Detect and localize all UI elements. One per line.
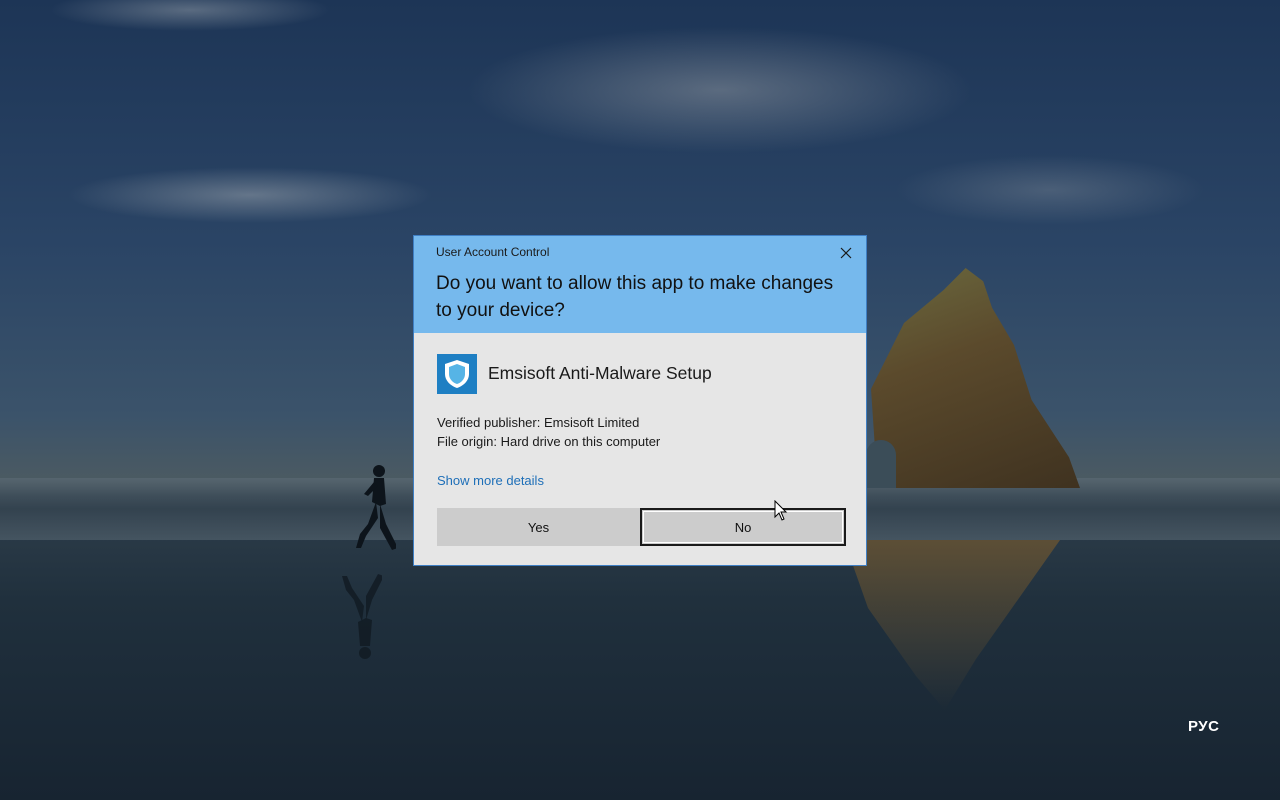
dialog-caption: User Account Control <box>436 245 550 259</box>
verified-publisher: Verified publisher: Emsisoft Limited <box>437 415 640 430</box>
uac-dialog: User Account Control Do you want to allo… <box>413 235 867 566</box>
language-indicator[interactable]: РУС <box>1188 718 1219 735</box>
mouse-cursor-icon <box>774 500 788 521</box>
show-more-details-link[interactable]: Show more details <box>437 473 544 488</box>
dialog-header: User Account Control Do you want to allo… <box>414 236 866 333</box>
app-name: Emsisoft Anti-Malware Setup <box>488 363 712 383</box>
dialog-question: Do you want to allow this app to make ch… <box>436 273 834 321</box>
wallpaper-rock-arch <box>866 440 896 488</box>
file-origin: File origin: Hard drive on this computer <box>437 434 661 449</box>
close-button[interactable] <box>832 240 860 266</box>
wallpaper-runner-reflection <box>342 574 382 659</box>
app-icon <box>437 354 477 394</box>
no-button[interactable]: No <box>640 508 846 546</box>
yes-button[interactable]: Yes <box>437 508 640 546</box>
wallpaper-runner <box>356 465 396 550</box>
close-icon <box>840 247 852 259</box>
shield-icon <box>445 360 469 388</box>
